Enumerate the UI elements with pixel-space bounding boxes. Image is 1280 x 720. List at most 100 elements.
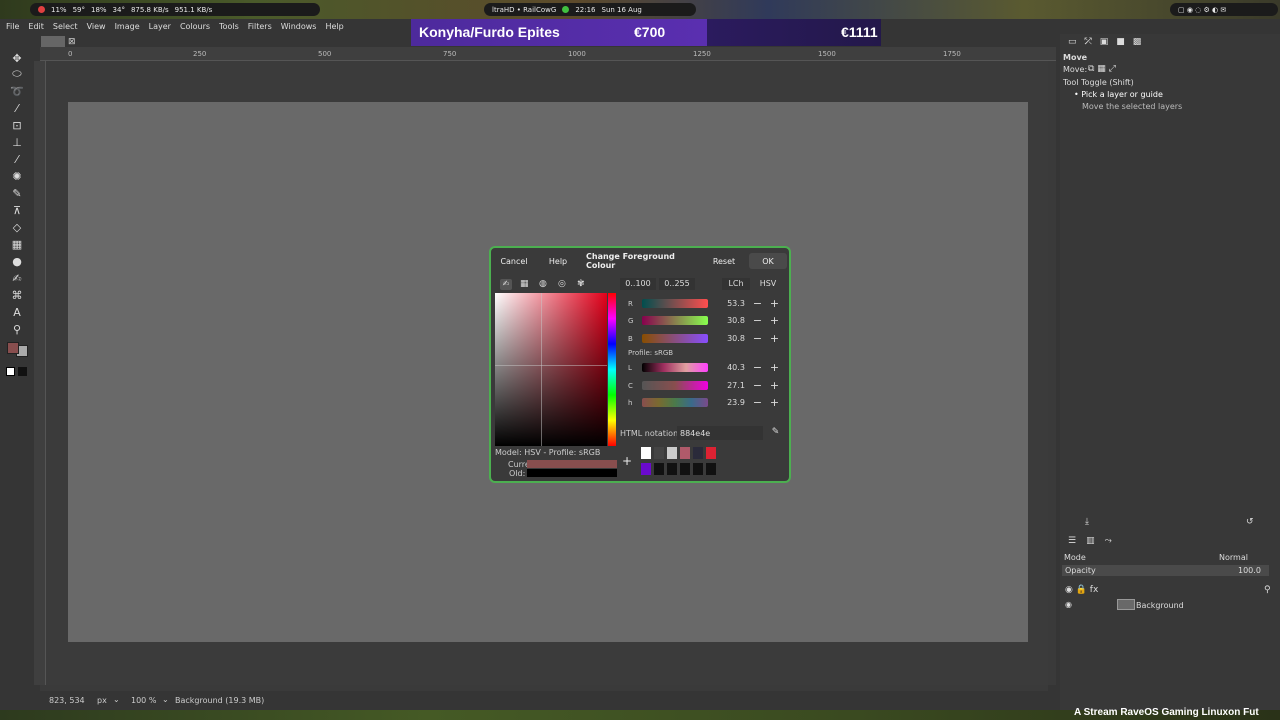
history-swatch[interactable]: [654, 463, 664, 475]
cancel-button[interactable]: Cancel: [497, 253, 531, 269]
gimp-selector-icon[interactable]: ✍: [500, 279, 512, 290]
history-swatch[interactable]: [667, 447, 677, 459]
menu-select[interactable]: Select: [53, 22, 78, 31]
dodge-icon[interactable]: ✍: [10, 271, 24, 285]
menu-view[interactable]: View: [87, 22, 106, 31]
history-swatch[interactable]: [667, 463, 677, 475]
vertical-ruler[interactable]: [34, 61, 46, 685]
value-b[interactable]: 30.8: [719, 332, 753, 345]
image-tab-thumbnail[interactable]: [41, 36, 65, 47]
minus-icon[interactable]: −: [751, 332, 764, 345]
text-tool-icon[interactable]: A: [10, 305, 24, 319]
layer-row[interactable]: ◉ Background: [1060, 598, 1280, 612]
heal-icon[interactable]: ✺: [10, 169, 24, 183]
menu-windows[interactable]: Windows: [281, 22, 317, 31]
eraser-icon[interactable]: ◇: [10, 220, 24, 234]
slider-g[interactable]: [642, 316, 708, 325]
move-tool-icon[interactable]: ✥: [10, 51, 24, 65]
reset-icon[interactable]: ↺: [1246, 517, 1254, 527]
radio-pick-layer[interactable]: • Pick a layer or guide: [1074, 90, 1163, 99]
unit-select[interactable]: px: [97, 696, 107, 705]
opacity-slider[interactable]: Opacity 100.0: [1062, 565, 1269, 576]
history-swatch[interactable]: [693, 463, 703, 475]
reset-button[interactable]: Reset: [707, 253, 741, 269]
history-swatch[interactable]: [693, 447, 703, 459]
lch-button[interactable]: LCh: [722, 278, 750, 290]
radio-move-selected[interactable]: Move the selected layers: [1082, 102, 1182, 111]
color-picker-icon[interactable]: ⁄: [10, 152, 24, 166]
plus-icon[interactable]: +: [768, 332, 781, 345]
bucket-fill-icon[interactable]: ●: [10, 254, 24, 268]
minus-icon[interactable]: −: [751, 314, 764, 327]
menu-help[interactable]: Help: [325, 22, 343, 31]
history-swatch[interactable]: [641, 447, 651, 459]
close-tab-icon[interactable]: ⊠: [68, 37, 78, 47]
eyedropper-icon[interactable]: ✎: [769, 427, 782, 440]
watercolor-selector-icon[interactable]: ✾: [577, 279, 585, 289]
add-to-history-icon[interactable]: +: [622, 454, 632, 468]
history-swatch[interactable]: [680, 463, 690, 475]
saturation-value-square[interactable]: [495, 293, 607, 446]
hsv-button[interactable]: HSV: [754, 278, 782, 290]
menu-tools[interactable]: Tools: [219, 22, 239, 31]
clone-icon[interactable]: ⊼: [10, 203, 24, 217]
chevron-down-icon[interactable]: ⌄: [113, 695, 120, 704]
slider-l[interactable]: [642, 363, 708, 372]
transform-icon[interactable]: ⊥: [10, 135, 24, 149]
wheel-selector-icon[interactable]: ◎: [558, 279, 566, 289]
pointer-icon[interactable]: ⤱: [1085, 37, 1092, 47]
brush-square-icon[interactable]: ▩: [1133, 37, 1142, 47]
minus-icon[interactable]: −: [751, 379, 764, 392]
move-mode-icons[interactable]: ⧉ ▦ ⤢: [1088, 64, 1116, 74]
plus-icon[interactable]: +: [768, 314, 781, 327]
menu-image[interactable]: Image: [115, 22, 140, 31]
gradient-icon[interactable]: ▦: [10, 237, 24, 251]
crop-icon[interactable]: ⊡: [10, 118, 24, 132]
plus-icon[interactable]: +: [768, 361, 781, 374]
value-r[interactable]: 53.3: [719, 297, 753, 310]
value-h[interactable]: 23.9: [719, 396, 753, 409]
history-swatch[interactable]: [680, 447, 690, 459]
menu-edit[interactable]: Edit: [28, 22, 44, 31]
swap-colors-icon[interactable]: [18, 367, 27, 376]
help-button[interactable]: Help: [541, 253, 575, 269]
slider-r[interactable]: [642, 299, 708, 308]
paths-tab-icon[interactable]: ⤳: [1105, 536, 1112, 546]
menu-colours[interactable]: Colours: [180, 22, 210, 31]
cmyk-selector-icon[interactable]: ▦: [520, 279, 529, 289]
default-colors-icon[interactable]: [6, 367, 15, 376]
slider-c[interactable]: [642, 381, 708, 390]
display-icon[interactable]: ▭: [1068, 37, 1077, 47]
undo-icon[interactable]: ▣: [1100, 37, 1109, 47]
vertical-scrollbar[interactable]: [1048, 61, 1056, 685]
fuzzy-select-icon[interactable]: ⁄: [10, 101, 24, 115]
mode-select[interactable]: Normal: [1219, 553, 1248, 562]
dark-square-icon[interactable]: ■: [1116, 37, 1125, 47]
value-l[interactable]: 40.3: [719, 361, 753, 374]
horizontal-scrollbar[interactable]: [40, 685, 1048, 691]
value-g[interactable]: 30.8: [719, 314, 753, 327]
minus-icon[interactable]: −: [751, 297, 764, 310]
plus-icon[interactable]: +: [768, 379, 781, 392]
chevron-down-icon[interactable]: ⌄: [162, 695, 169, 704]
html-notation-input[interactable]: 884e4e: [677, 426, 763, 440]
menu-file[interactable]: File: [6, 22, 19, 31]
dock-bottom-icons[interactable]: ⤓: [1085, 517, 1089, 527]
range-0-100-button[interactable]: 0..100: [620, 278, 656, 290]
menu-filters[interactable]: Filters: [248, 22, 272, 31]
ok-button[interactable]: OK: [749, 253, 787, 269]
menu-layer[interactable]: Layer: [149, 22, 171, 31]
plus-icon[interactable]: +: [768, 297, 781, 310]
minus-icon[interactable]: −: [751, 396, 764, 409]
slider-h[interactable]: [642, 398, 708, 407]
search-icon[interactable]: ⚲: [1264, 585, 1271, 595]
ellipse-select-icon[interactable]: ⬭: [10, 67, 24, 81]
plus-icon[interactable]: +: [768, 396, 781, 409]
history-swatch[interactable]: [654, 447, 664, 459]
triangle-selector-icon[interactable]: ◍: [539, 279, 547, 289]
zoom-select[interactable]: 100 %: [131, 696, 156, 705]
paintbrush-icon[interactable]: ✎: [10, 186, 24, 200]
history-swatch[interactable]: [706, 447, 716, 459]
history-swatch[interactable]: [641, 463, 651, 475]
minus-icon[interactable]: −: [751, 361, 764, 374]
